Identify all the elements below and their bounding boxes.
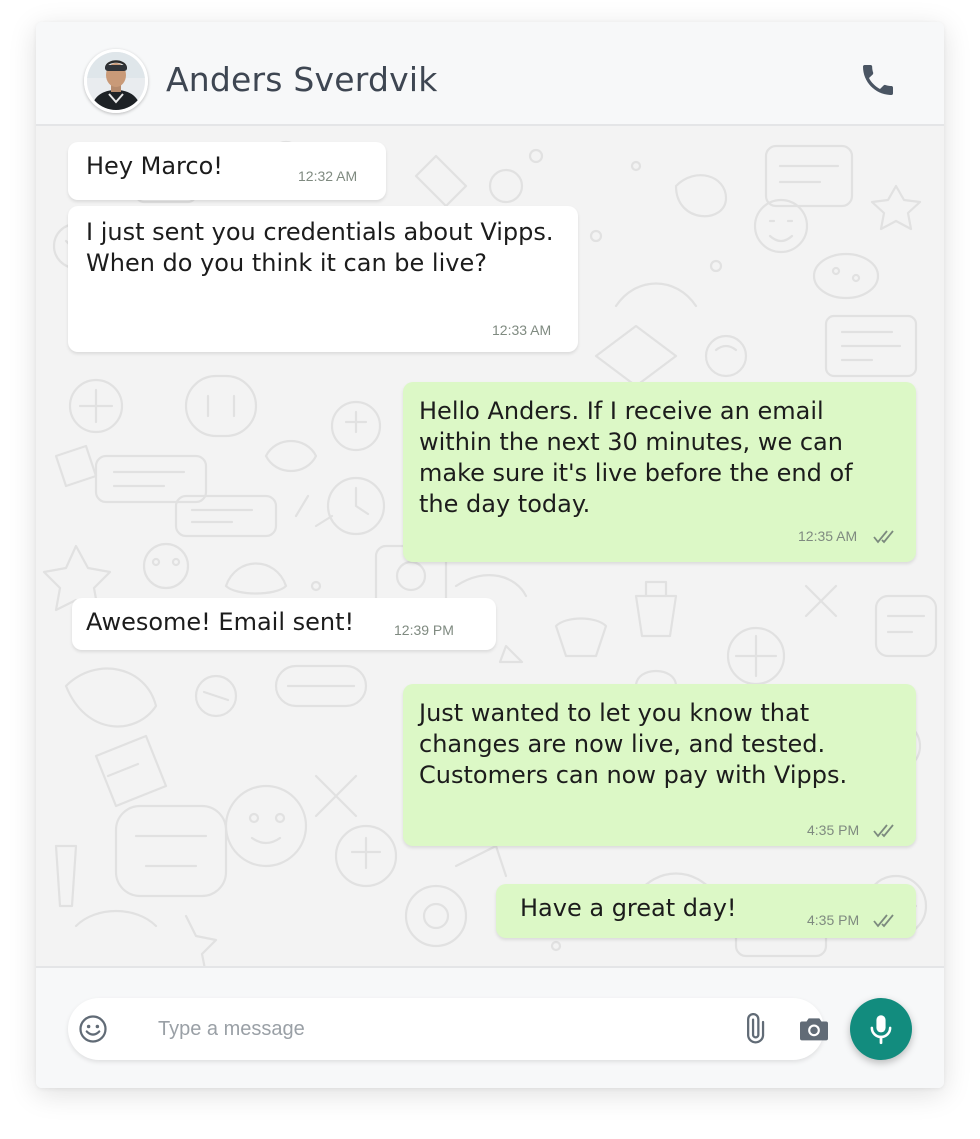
chat-window: Anders Sverdvik Hey Marco! 12:32 AM I ju… (36, 22, 944, 1088)
message-bubble-outgoing[interactable]: Just wanted to let you know that changes… (403, 684, 916, 846)
chat-header: Anders Sverdvik (36, 22, 944, 126)
message-bubble-incoming[interactable]: I just sent you credentials about Vipps.… (68, 206, 578, 352)
microphone-icon[interactable] (850, 998, 912, 1060)
message-time: 12:32 AM (298, 168, 358, 184)
message-text: Just wanted to let you know that changes… (419, 699, 848, 789)
paperclip-icon[interactable] (738, 1013, 770, 1045)
message-bubble-incoming[interactable]: Hey Marco! 12:32 AM (68, 142, 386, 200)
message-input[interactable] (158, 1012, 688, 1046)
message-input-container (68, 998, 828, 1060)
message-bubble-outgoing[interactable]: Have a great day! 4:35 PM (496, 884, 916, 938)
double-check-icon (873, 914, 894, 928)
message-text: Hello Anders. If I receive an email with… (419, 397, 853, 518)
avatar[interactable] (84, 49, 148, 113)
contact-name: Anders Sverdvik (166, 60, 438, 99)
phone-icon[interactable] (858, 60, 898, 100)
message-bubble-outgoing[interactable]: Hello Anders. If I receive an email with… (403, 382, 916, 562)
double-check-icon (873, 824, 894, 838)
camera-icon[interactable] (798, 1014, 830, 1044)
message-bubble-incoming[interactable]: Awesome! Email sent! 12:39 PM (72, 598, 496, 650)
message-time: 12:33 AM (492, 322, 552, 338)
double-check-icon (873, 530, 894, 544)
message-text: Hey Marco! (86, 152, 223, 180)
message-composer (36, 966, 944, 1088)
message-time: 12:35 AM (798, 528, 858, 544)
message-time: 4:35 PM (807, 822, 860, 838)
message-time: 4:35 PM (807, 912, 860, 928)
message-text: Awesome! Email sent! (86, 608, 355, 636)
message-time: 12:39 PM (394, 622, 454, 638)
emoji-icon[interactable] (78, 1014, 108, 1044)
message-text: Have a great day! (520, 894, 737, 922)
message-list[interactable]: Hey Marco! 12:32 AM I just sent you cred… (36, 126, 944, 966)
message-text: I just sent you credentials about Vipps.… (86, 218, 554, 277)
